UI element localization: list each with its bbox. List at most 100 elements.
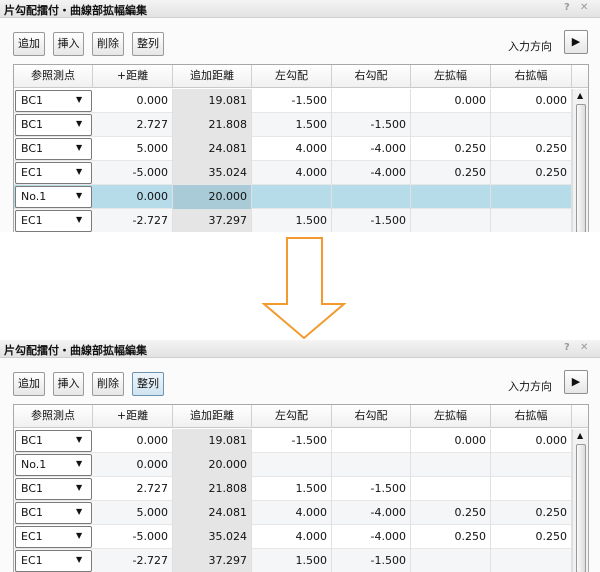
dropdown-arrow-icon[interactable]: ▼ (76, 459, 82, 468)
dropdown-arrow-icon[interactable]: ▼ (76, 95, 82, 104)
distance-cell[interactable]: 0.000 (93, 185, 173, 209)
distance-cell[interactable]: 2.727 (93, 477, 173, 501)
table-row[interactable]: EC1 ▼ -2.727 37.297 1.500 -1.500 (14, 549, 572, 572)
left-slope-cell[interactable]: 1.500 (252, 209, 332, 232)
right-widen-cell[interactable]: 0.250 (491, 137, 572, 161)
right-slope-cell[interactable]: -4.000 (332, 161, 411, 185)
distance-cell[interactable]: 0.000 (93, 429, 173, 453)
left-slope-cell[interactable]: 4.000 (252, 501, 332, 525)
right-slope-cell[interactable]: -1.500 (332, 209, 411, 232)
left-slope-cell[interactable]: 4.000 (252, 525, 332, 549)
right-widen-cell[interactable]: 0.000 (491, 89, 572, 113)
left-slope-cell[interactable]: 4.000 (252, 137, 332, 161)
ref-station-combo[interactable]: BC1 ▼ (15, 502, 92, 524)
right-slope-cell[interactable] (332, 89, 411, 113)
ref-station-combo[interactable]: EC1 ▼ (15, 162, 92, 184)
dropdown-arrow-icon[interactable]: ▼ (76, 435, 82, 444)
close-icon[interactable]: ✕ (580, 342, 588, 353)
ref-station-combo[interactable]: No.1 ▼ (15, 454, 92, 476)
column-header-added-distance[interactable]: 追加距離 (173, 65, 252, 88)
right-slope-cell[interactable]: -1.500 (332, 549, 411, 572)
left-slope-cell[interactable] (252, 185, 332, 209)
right-widen-cell[interactable] (491, 113, 572, 137)
left-slope-cell[interactable]: 4.000 (252, 161, 332, 185)
left-slope-cell[interactable] (252, 453, 332, 477)
ref-station-combo[interactable]: BC1 ▼ (15, 114, 92, 136)
column-header-right-slope[interactable]: 右勾配 (332, 405, 411, 428)
right-slope-cell[interactable]: -1.500 (332, 477, 411, 501)
column-header-left-slope[interactable]: 左勾配 (252, 405, 332, 428)
right-widen-cell[interactable]: 0.250 (491, 501, 572, 525)
distance-cell[interactable]: 0.000 (93, 89, 173, 113)
column-header-left-slope[interactable]: 左勾配 (252, 65, 332, 88)
left-widen-cell[interactable]: 0.250 (411, 137, 491, 161)
dropdown-arrow-icon[interactable]: ▼ (76, 167, 82, 176)
scrollbar-thumb[interactable] (576, 104, 586, 232)
column-header-right-widen[interactable]: 右拡幅 (491, 65, 572, 88)
column-header-right-slope[interactable]: 右勾配 (332, 65, 411, 88)
distance-cell[interactable]: -5.000 (93, 161, 173, 185)
column-header-ref-station[interactable]: 参照測点 (14, 65, 93, 88)
table-row-selected[interactable]: No.1 ▼ 0.000 20.000 (14, 185, 572, 209)
dropdown-arrow-icon[interactable]: ▼ (76, 191, 82, 200)
right-widen-cell[interactable] (491, 185, 572, 209)
play-icon[interactable]: ▶ (564, 370, 588, 394)
delete-button[interactable]: 削除 (92, 32, 124, 56)
add-button[interactable]: 追加 (13, 32, 45, 56)
right-widen-cell[interactable] (491, 477, 572, 501)
left-widen-cell[interactable]: 0.000 (411, 89, 491, 113)
table-row[interactable]: No.1 ▼ 0.000 20.000 (14, 453, 572, 477)
left-slope-cell[interactable]: -1.500 (252, 89, 332, 113)
column-header-left-widen[interactable]: 左拡幅 (411, 65, 491, 88)
scroll-up-icon[interactable]: ▲ (577, 91, 583, 100)
insert-button[interactable]: 挿入 (53, 32, 84, 56)
table-row[interactable]: BC1 ▼ 2.727 21.808 1.500 -1.500 (14, 477, 572, 501)
left-widen-cell[interactable] (411, 185, 491, 209)
dropdown-arrow-icon[interactable]: ▼ (76, 215, 82, 224)
distance-cell[interactable]: 5.000 (93, 137, 173, 161)
column-header-added-distance[interactable]: 追加距離 (173, 405, 252, 428)
table-row[interactable]: BC1 ▼ 5.000 24.081 4.000 -4.000 0.250 0.2… (14, 501, 572, 525)
right-widen-cell[interactable] (491, 549, 572, 572)
column-header-distance[interactable]: +距離 (93, 405, 173, 428)
table-row[interactable]: BC1 ▼ 0.000 19.081 -1.500 0.000 0.000 (14, 89, 572, 113)
ref-station-combo[interactable]: BC1 ▼ (15, 430, 92, 452)
right-slope-cell[interactable] (332, 429, 411, 453)
scrollbar-thumb[interactable] (576, 444, 586, 572)
play-icon[interactable]: ▶ (564, 30, 588, 54)
table-row[interactable]: EC1 ▼ -5.000 35.024 4.000 -4.000 0.250 0.… (14, 525, 572, 549)
dropdown-arrow-icon[interactable]: ▼ (76, 119, 82, 128)
table-row[interactable]: EC1 ▼ -2.727 37.297 1.500 -1.500 (14, 209, 572, 232)
dropdown-arrow-icon[interactable]: ▼ (76, 507, 82, 516)
ref-station-combo[interactable]: BC1 ▼ (15, 478, 92, 500)
vertical-scrollbar[interactable]: ▲ (572, 429, 588, 572)
left-slope-cell[interactable]: 1.500 (252, 477, 332, 501)
help-icon[interactable]: ? (564, 342, 570, 353)
close-icon[interactable]: ✕ (580, 2, 588, 13)
column-header-ref-station[interactable]: 参照測点 (14, 405, 93, 428)
add-button[interactable]: 追加 (13, 372, 45, 396)
distance-cell[interactable]: 5.000 (93, 501, 173, 525)
distance-cell[interactable]: 2.727 (93, 113, 173, 137)
scroll-up-icon[interactable]: ▲ (577, 431, 583, 440)
distance-cell[interactable]: -5.000 (93, 525, 173, 549)
ref-station-combo[interactable]: No.1 ▼ (15, 186, 92, 208)
left-widen-cell[interactable]: 0.250 (411, 525, 491, 549)
left-slope-cell[interactable]: 1.500 (252, 113, 332, 137)
left-widen-cell[interactable] (411, 549, 491, 572)
left-widen-cell[interactable] (411, 453, 491, 477)
column-header-left-widen[interactable]: 左拡幅 (411, 405, 491, 428)
left-widen-cell[interactable] (411, 477, 491, 501)
distance-cell[interactable]: 0.000 (93, 453, 173, 477)
ref-station-combo[interactable]: EC1 ▼ (15, 526, 92, 548)
ref-station-combo[interactable]: BC1 ▼ (15, 90, 92, 112)
right-slope-cell[interactable] (332, 453, 411, 477)
left-widen-cell[interactable] (411, 113, 491, 137)
sort-button[interactable]: 整列 (132, 32, 164, 56)
table-row[interactable]: EC1 ▼ -5.000 35.024 4.000 -4.000 0.250 0.… (14, 161, 572, 185)
table-row[interactable]: BC1 ▼ 2.727 21.808 1.500 -1.500 (14, 113, 572, 137)
help-icon[interactable]: ? (564, 2, 570, 13)
ref-station-combo[interactable]: EC1 ▼ (15, 550, 92, 572)
sort-button[interactable]: 整列 (132, 372, 164, 396)
left-widen-cell[interactable]: 0.250 (411, 161, 491, 185)
